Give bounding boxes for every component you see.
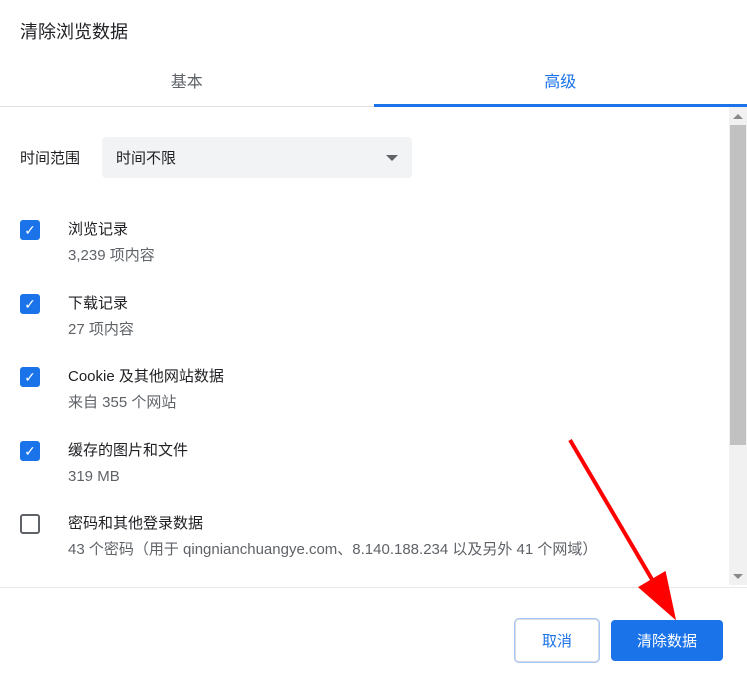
option-browsing-history: ✓ 浏览记录 3,239 项内容 — [20, 206, 727, 280]
tabs-container: 基本 高级 — [0, 54, 747, 107]
time-range-value: 时间不限 — [116, 147, 176, 168]
checkbox-browsing-history[interactable]: ✓ — [20, 220, 40, 240]
content-area: 时间范围 时间不限 ✓ 浏览记录 3,239 项内容 ✓ — [0, 107, 747, 585]
checkbox-cookies[interactable]: ✓ — [20, 367, 40, 387]
clear-data-button[interactable]: 清除数据 — [611, 620, 723, 661]
checkmark-icon: ✓ — [24, 370, 36, 384]
arrow-up-icon — [733, 114, 743, 119]
option-title: 缓存的图片和文件 — [68, 439, 188, 460]
option-cached-images: ✓ 缓存的图片和文件 319 MB — [20, 427, 727, 501]
arrow-down-icon — [733, 574, 743, 579]
time-range-row: 时间范围 时间不限 — [20, 125, 727, 178]
option-subtitle: 27 项内容 — [68, 319, 134, 342]
option-cookies: ✓ Cookie 及其他网站数据 来自 355 个网站 — [20, 353, 727, 427]
time-range-select[interactable]: 时间不限 — [102, 137, 412, 178]
time-range-label: 时间范围 — [20, 147, 80, 168]
option-subtitle: 3,239 项内容 — [68, 245, 155, 268]
checkmark-icon: ✓ — [24, 297, 36, 311]
option-title: Cookie 及其他网站数据 — [68, 365, 224, 386]
chevron-down-icon — [386, 155, 398, 161]
checkbox-cached-images[interactable]: ✓ — [20, 441, 40, 461]
scrollbar-track[interactable] — [729, 107, 747, 585]
checkmark-icon: ✓ — [24, 223, 36, 237]
tab-basic[interactable]: 基本 — [0, 54, 374, 106]
scroll-content: 时间范围 时间不限 ✓ 浏览记录 3,239 项内容 ✓ — [0, 107, 747, 585]
option-text: 缓存的图片和文件 319 MB — [68, 439, 208, 489]
checkbox-passwords[interactable] — [20, 514, 40, 534]
option-list: ✓ 浏览记录 3,239 项内容 ✓ 下载记录 27 项内容 ✓ — [20, 206, 727, 574]
scrollbar-down-button[interactable] — [729, 567, 747, 585]
option-subtitle: 43 个密码（用于 qingnianchuangye.com、8.140.188… — [68, 539, 597, 562]
option-text: 浏览记录 3,239 项内容 — [68, 218, 175, 268]
option-text: 密码和其他登录数据 43 个密码（用于 qingnianchuangye.com… — [68, 512, 617, 562]
scrollbar-thumb[interactable] — [730, 125, 746, 445]
option-subtitle: 来自 355 个网站 — [68, 392, 224, 415]
checkmark-icon: ✓ — [24, 444, 36, 458]
dialog-footer: 取消 清除数据 — [0, 587, 747, 692]
option-title: 下载记录 — [68, 292, 134, 313]
option-title: 浏览记录 — [68, 218, 155, 239]
cancel-button[interactable]: 取消 — [515, 619, 599, 662]
option-subtitle: 319 MB — [68, 466, 188, 489]
checkbox-download-history[interactable]: ✓ — [20, 294, 40, 314]
dialog-title: 清除浏览数据 — [0, 0, 747, 54]
option-passwords: 密码和其他登录数据 43 个密码（用于 qingnianchuangye.com… — [20, 500, 727, 574]
option-text: 下载记录 27 项内容 — [68, 292, 154, 342]
option-title: 密码和其他登录数据 — [68, 512, 597, 533]
tab-advanced[interactable]: 高级 — [374, 54, 747, 106]
scrollbar-up-button[interactable] — [729, 107, 747, 125]
option-download-history: ✓ 下载记录 27 项内容 — [20, 280, 727, 354]
option-text: Cookie 及其他网站数据 来自 355 个网站 — [68, 365, 244, 415]
